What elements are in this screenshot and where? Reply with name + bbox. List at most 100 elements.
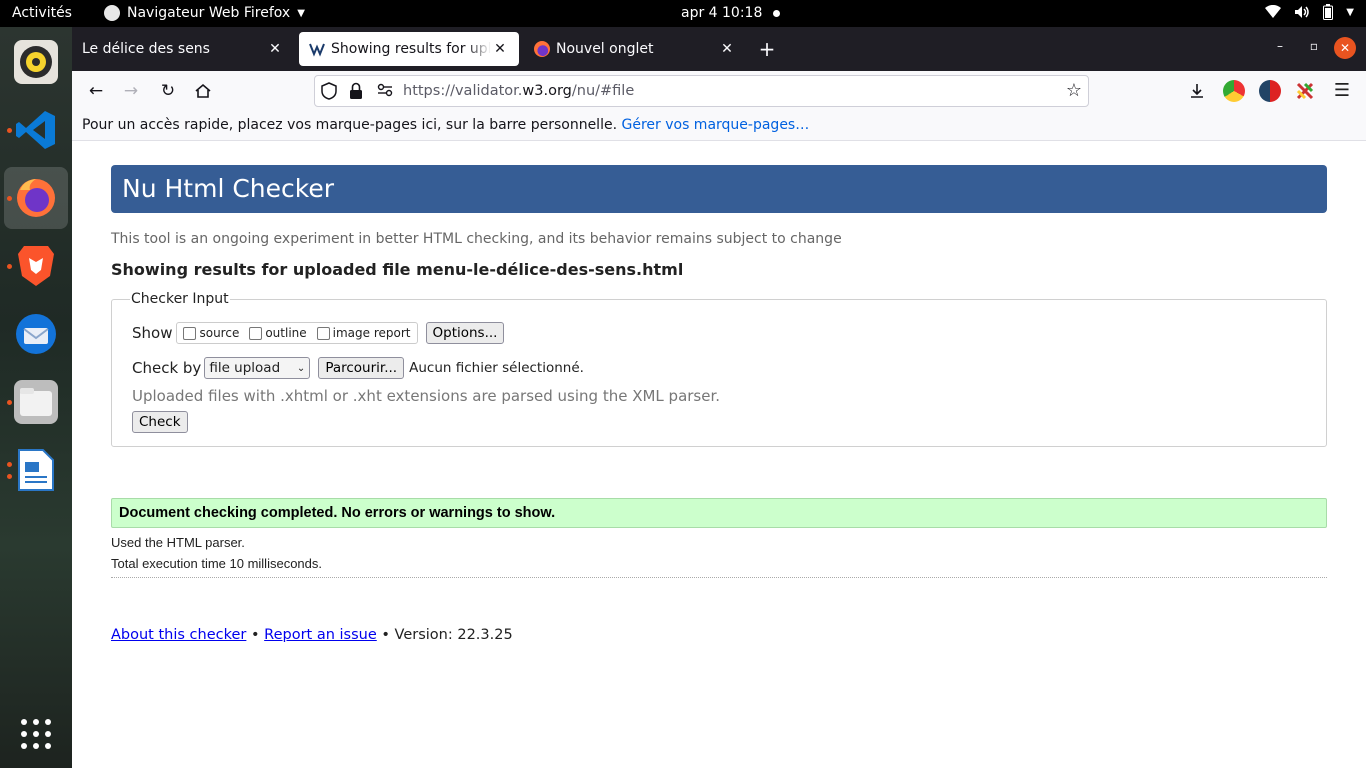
new-tab-plus-icon[interactable]: +	[756, 37, 778, 61]
address-bar[interactable]: https://validator.w3.org/nu/#file ☆	[314, 75, 1089, 107]
xml-parser-note: Uploaded files with .xhtml or .xht exten…	[132, 387, 721, 405]
manage-bookmarks-link[interactable]: Gérer vos marque-pages…	[621, 117, 809, 133]
report-issue-link[interactable]: Report an issue	[264, 627, 377, 643]
dock-brave[interactable]	[4, 235, 68, 297]
app-menu-label: Navigateur Web Firefox	[127, 5, 291, 21]
running-indicator	[7, 196, 12, 201]
libreoffice-writer-icon	[14, 448, 58, 492]
tab-title: Le délice des sens	[82, 41, 210, 57]
close-window-icon[interactable]: ✕	[1334, 37, 1356, 59]
check-by-value: file upload	[209, 360, 281, 376]
check-button[interactable]: Check	[132, 411, 188, 433]
page-title: Nu Html Checker	[111, 165, 1327, 213]
checker-input-legend: Checker Input	[130, 291, 230, 307]
about-checker-link[interactable]: About this checker	[111, 627, 246, 643]
tab-new-tab[interactable]: Nouvel onglet ✕	[524, 32, 746, 66]
source-checkbox-label[interactable]: source	[199, 326, 239, 340]
browse-file-button[interactable]: Parcourir...	[318, 357, 405, 379]
battery-icon	[1323, 4, 1334, 20]
wifi-icon	[1265, 5, 1282, 18]
system-menu-caret-icon: ▼	[1346, 6, 1354, 18]
home-icon[interactable]	[190, 79, 216, 103]
volume-icon	[1295, 6, 1310, 18]
permissions-icon[interactable]	[377, 82, 393, 102]
tab-validator-results[interactable]: Showing results for uploaded file menu-l…	[299, 32, 519, 66]
dock-files[interactable]	[4, 371, 68, 433]
close-tab-icon[interactable]: ✕	[491, 41, 509, 57]
status-menu[interactable]: ▼	[1265, 4, 1354, 20]
firefox-icon	[14, 176, 58, 220]
source-checkbox[interactable]	[183, 326, 197, 340]
dock-libreoffice-writer[interactable]	[4, 439, 68, 501]
system-top-bar: Activités Navigateur Web Firefox ▼ apr 4…	[0, 0, 1366, 27]
rhythmbox-icon	[14, 40, 58, 84]
extension-red-icon[interactable]	[1259, 80, 1281, 102]
running-indicator	[7, 474, 12, 479]
url-path: /nu/#file	[571, 83, 635, 99]
footer: About this checker • Report an issue • V…	[111, 627, 513, 643]
execution-time: Total execution time 10 milliseconds.	[111, 556, 322, 571]
version-text: Version: 22.3.25	[394, 627, 513, 643]
bookmarks-hint: Pour un accès rapide, placez vos marque-…	[82, 117, 618, 133]
page-content: Nu Html Checker This tool is an ongoing …	[72, 141, 1366, 768]
show-checkbox-group: source outline image report	[176, 322, 418, 344]
url-domain: w3.org	[522, 83, 572, 99]
checker-input-fieldset: Checker Input Show source outline image …	[111, 291, 1327, 447]
downloads-icon[interactable]	[1186, 80, 1208, 102]
navigation-toolbar: ← → ↻ https://validator.w3.org/nu/#file …	[72, 71, 1366, 111]
app-menu[interactable]: Navigateur Web Firefox ▼	[104, 5, 305, 21]
check-by-label: Check by	[132, 359, 202, 377]
tab-title: Nouvel onglet	[556, 41, 654, 57]
check-by-row: Check by file upload ⌄ Parcourir... Aucu…	[132, 357, 584, 379]
check-by-select[interactable]: file upload ⌄	[204, 357, 311, 379]
image-report-checkbox-label[interactable]: image report	[333, 326, 411, 340]
vscode-icon	[14, 108, 58, 152]
outline-checkbox[interactable]	[249, 326, 263, 340]
w3c-favicon-icon	[309, 41, 325, 57]
running-indicator	[7, 128, 12, 133]
extension-chrome-icon[interactable]	[1223, 80, 1245, 102]
results-heading: Showing results for uploaded file menu-l…	[111, 260, 684, 279]
notification-dot-icon	[773, 9, 781, 17]
minimize-window-icon[interactable]: –	[1270, 39, 1290, 53]
outline-checkbox-label[interactable]: outline	[265, 326, 306, 340]
tracking-shield-icon[interactable]	[321, 82, 337, 104]
forward-arrow-icon[interactable]: →	[118, 79, 144, 103]
bookmarks-toolbar: Pour un accès rapide, placez vos marque-…	[72, 111, 1366, 141]
reload-icon[interactable]: ↻	[155, 79, 181, 103]
success-message: Document checking completed. No errors o…	[111, 498, 1327, 528]
dock	[0, 27, 72, 768]
parser-info: Used the HTML parser.	[111, 535, 245, 550]
bookmark-star-icon[interactable]: ☆	[1066, 80, 1082, 101]
page-subtitle: This tool is an ongoing experiment in be…	[111, 231, 842, 247]
firefox-favicon-icon	[534, 41, 550, 57]
tab-le-delice[interactable]: Le délice des sens ✕	[72, 32, 294, 66]
footer-separator: •	[381, 627, 390, 643]
dock-rhythmbox[interactable]	[4, 31, 68, 93]
activities-button[interactable]: Activités	[12, 5, 72, 21]
hamburger-menu-icon[interactable]: ☰	[1331, 80, 1353, 102]
options-button[interactable]: Options...	[425, 322, 505, 344]
extension-puzzle-icon[interactable]	[1294, 80, 1316, 102]
divider	[111, 577, 1327, 578]
grid-icon	[21, 719, 51, 749]
running-indicator	[7, 400, 12, 405]
firefox-mini-icon	[104, 5, 120, 21]
back-arrow-icon[interactable]: ←	[83, 79, 109, 103]
dock-vscode[interactable]	[4, 99, 68, 161]
close-tab-icon[interactable]: ✕	[266, 41, 284, 57]
brave-icon	[14, 244, 58, 288]
no-file-selected-text: Aucun fichier sélectionné.	[409, 360, 584, 376]
close-tab-icon[interactable]: ✕	[718, 41, 736, 57]
dock-firefox[interactable]	[4, 167, 68, 229]
check-button-row: Check	[132, 411, 188, 433]
running-indicator	[7, 264, 12, 269]
dock-thunderbird[interactable]	[4, 303, 68, 365]
clock[interactable]: apr 4 10:18	[681, 5, 781, 21]
caret-down-icon: ▼	[297, 7, 305, 19]
running-indicator	[7, 462, 12, 467]
show-applications-button[interactable]	[4, 703, 68, 765]
lock-icon[interactable]	[349, 82, 363, 104]
image-report-checkbox[interactable]	[316, 326, 330, 340]
maximize-window-icon[interactable]: ▫	[1304, 39, 1324, 53]
